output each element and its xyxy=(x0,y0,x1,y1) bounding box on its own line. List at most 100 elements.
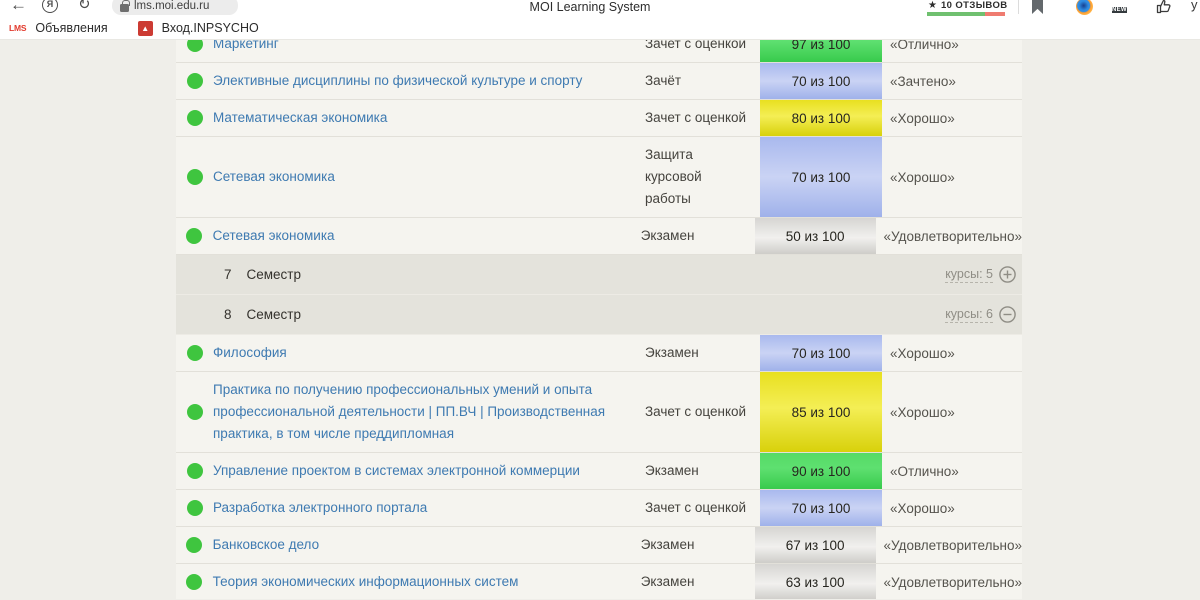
course-name-link[interactable]: Практика по получению профессиональных у… xyxy=(213,372,645,452)
status-icon-cell xyxy=(176,372,213,452)
reviews-label: 10 отзывов xyxy=(941,0,1008,11)
course-row: Сетевая экономикаЭкзамен50 из 100«Удовле… xyxy=(176,218,1022,255)
grade-cell: «Отлично» xyxy=(882,40,1022,52)
exam-type-cell: Зачет с оценкой xyxy=(645,40,760,62)
course-name-link[interactable]: Банковское дело xyxy=(213,527,641,563)
status-icon-cell xyxy=(176,137,213,217)
exam-type-cell: Экзамен xyxy=(645,335,760,371)
grade-cell: «Зачтено» xyxy=(882,74,1022,89)
status-dot-icon xyxy=(187,500,203,516)
toolbar-divider xyxy=(1018,0,1019,14)
status-dot-icon xyxy=(187,110,203,126)
course-name-link[interactable]: Сетевая экономика xyxy=(213,159,645,195)
status-dot-icon xyxy=(187,404,203,420)
semester-courses-toggle[interactable]: курсы: 5 xyxy=(945,266,1016,283)
semester-row: 7Семестркурсы: 5 xyxy=(176,255,1022,295)
course-name-link[interactable]: Сетевая экономика xyxy=(213,218,641,254)
status-dot-icon xyxy=(187,169,203,185)
status-icon-cell xyxy=(176,564,213,599)
status-icon-cell xyxy=(176,453,213,489)
course-row: Сетевая экономикаЗащита курсовой работы7… xyxy=(176,137,1022,218)
course-row: МаркетингЗачет с оценкой97 из 100«Отличн… xyxy=(176,40,1022,63)
yandex-browser-icon[interactable]: Я xyxy=(42,0,58,13)
semester-label: Семестр xyxy=(247,307,302,322)
address-bar[interactable]: lms.moi.edu.ru xyxy=(112,0,238,15)
course-name-link[interactable]: Маркетинг xyxy=(213,40,645,62)
score-cell: 85 из 100 xyxy=(760,372,882,452)
courses-count-link[interactable]: курсы: 6 xyxy=(945,307,993,323)
rating-bar-negative xyxy=(985,12,1005,16)
status-dot-icon xyxy=(186,574,202,590)
star-icon: ★ xyxy=(928,0,937,11)
back-icon[interactable]: ← xyxy=(10,0,27,15)
course-row: Практика по получению профессиональных у… xyxy=(176,372,1022,453)
score-cell: 50 из 100 xyxy=(755,218,876,254)
status-icon-cell xyxy=(176,100,213,136)
bookmark-flag-icon[interactable] xyxy=(1032,0,1043,14)
score-cell: 90 из 100 xyxy=(760,453,882,489)
bookmark-announcements[interactable]: LMS Объявления xyxy=(0,21,108,35)
rating-bar xyxy=(927,12,1005,16)
rating-bar-positive xyxy=(927,12,985,16)
courses-count-link[interactable]: курсы: 5 xyxy=(945,267,993,283)
status-icon-cell xyxy=(176,63,213,99)
score-cell: 67 из 100 xyxy=(755,527,876,563)
course-name-link[interactable]: Управление проектом в системах электронн… xyxy=(213,453,645,489)
exam-type-cell: Экзамен xyxy=(641,564,755,599)
clipped-edge-icon: y xyxy=(1191,0,1198,12)
course-name-link[interactable]: Теория экономических информационных сист… xyxy=(213,564,641,599)
refresh-icon[interactable]: ↻ xyxy=(78,0,91,13)
course-row: ФилософияЭкзамен70 из 100«Хорошо» xyxy=(176,335,1022,372)
grade-cell: «Хорошо» xyxy=(882,111,1022,126)
score-cell: 70 из 100 xyxy=(760,63,882,99)
course-row: Банковское делоЭкзамен67 из 100«Удовлетв… xyxy=(176,527,1022,564)
grade-cell: «Удовлетворительно» xyxy=(876,538,1022,553)
extension-sphere-icon[interactable] xyxy=(1076,0,1093,15)
grades-table: МаркетингЗачет с оценкой97 из 100«Отличн… xyxy=(176,40,1022,599)
url-text[interactable]: lms.moi.edu.ru xyxy=(134,0,209,13)
semester-number: 8 xyxy=(224,307,232,322)
status-dot-icon xyxy=(187,40,203,52)
new-extension-icon[interactable]: NEW xyxy=(1112,0,1132,13)
status-dot-icon xyxy=(186,228,202,244)
course-name-link[interactable]: Разработка электронного портала xyxy=(213,490,645,526)
status-dot-icon xyxy=(186,537,202,553)
thumbs-up-icon[interactable] xyxy=(1156,0,1173,14)
exam-type-cell: Зачёт xyxy=(645,63,760,99)
course-row: Теория экономических информационных сист… xyxy=(176,564,1022,599)
page-content: МаркетингЗачет с оценкой97 из 100«Отличн… xyxy=(0,40,1200,599)
score-cell: 97 из 100 xyxy=(760,40,882,62)
status-icon-cell xyxy=(176,527,213,563)
score-cell: 70 из 100 xyxy=(760,490,882,526)
lock-icon xyxy=(120,4,129,12)
grade-cell: «Хорошо» xyxy=(882,501,1022,516)
course-row: Математическая экономикаЗачет с оценкой8… xyxy=(176,100,1022,137)
collapse-minus-icon[interactable] xyxy=(999,306,1016,323)
expand-plus-icon[interactable] xyxy=(999,266,1016,283)
status-dot-icon xyxy=(187,73,203,89)
exam-type-cell: Защита курсовой работы xyxy=(645,137,760,217)
status-icon-cell xyxy=(176,335,213,371)
course-row: Управление проектом в системах электронн… xyxy=(176,453,1022,490)
bookmarks-bar: LMS Объявления ▲ Вход.INPSYCHO xyxy=(0,17,1200,40)
status-icon-cell xyxy=(176,40,213,62)
status-icon-cell xyxy=(176,490,213,526)
exam-type-cell: Зачет с оценкой xyxy=(645,490,760,526)
status-dot-icon xyxy=(187,345,203,361)
course-row: Разработка электронного порталаЗачет с о… xyxy=(176,490,1022,527)
page-title: MOI Learning System xyxy=(530,0,651,14)
semester-courses-toggle[interactable]: курсы: 6 xyxy=(945,306,1016,323)
score-cell: 63 из 100 xyxy=(755,564,876,599)
grade-cell: «Хорошо» xyxy=(882,170,1022,185)
exam-type-cell: Зачет с оценкой xyxy=(645,100,760,136)
site-reviews-button[interactable]: ★ 10 отзывов xyxy=(928,0,1008,11)
status-icon-cell xyxy=(176,218,213,254)
exam-type-cell: Экзамен xyxy=(641,527,755,563)
course-name-link[interactable]: Элективные дисциплины по физической куль… xyxy=(213,63,645,99)
status-dot-icon xyxy=(187,463,203,479)
course-name-link[interactable]: Математическая экономика xyxy=(213,100,645,136)
course-row: Элективные дисциплины по физической куль… xyxy=(176,63,1022,100)
course-name-link[interactable]: Философия xyxy=(213,335,645,371)
bookmark-login[interactable]: ▲ Вход.INPSYCHO xyxy=(108,21,259,36)
semester-row: 8 Семестр курсы: 6 xyxy=(176,295,1022,335)
